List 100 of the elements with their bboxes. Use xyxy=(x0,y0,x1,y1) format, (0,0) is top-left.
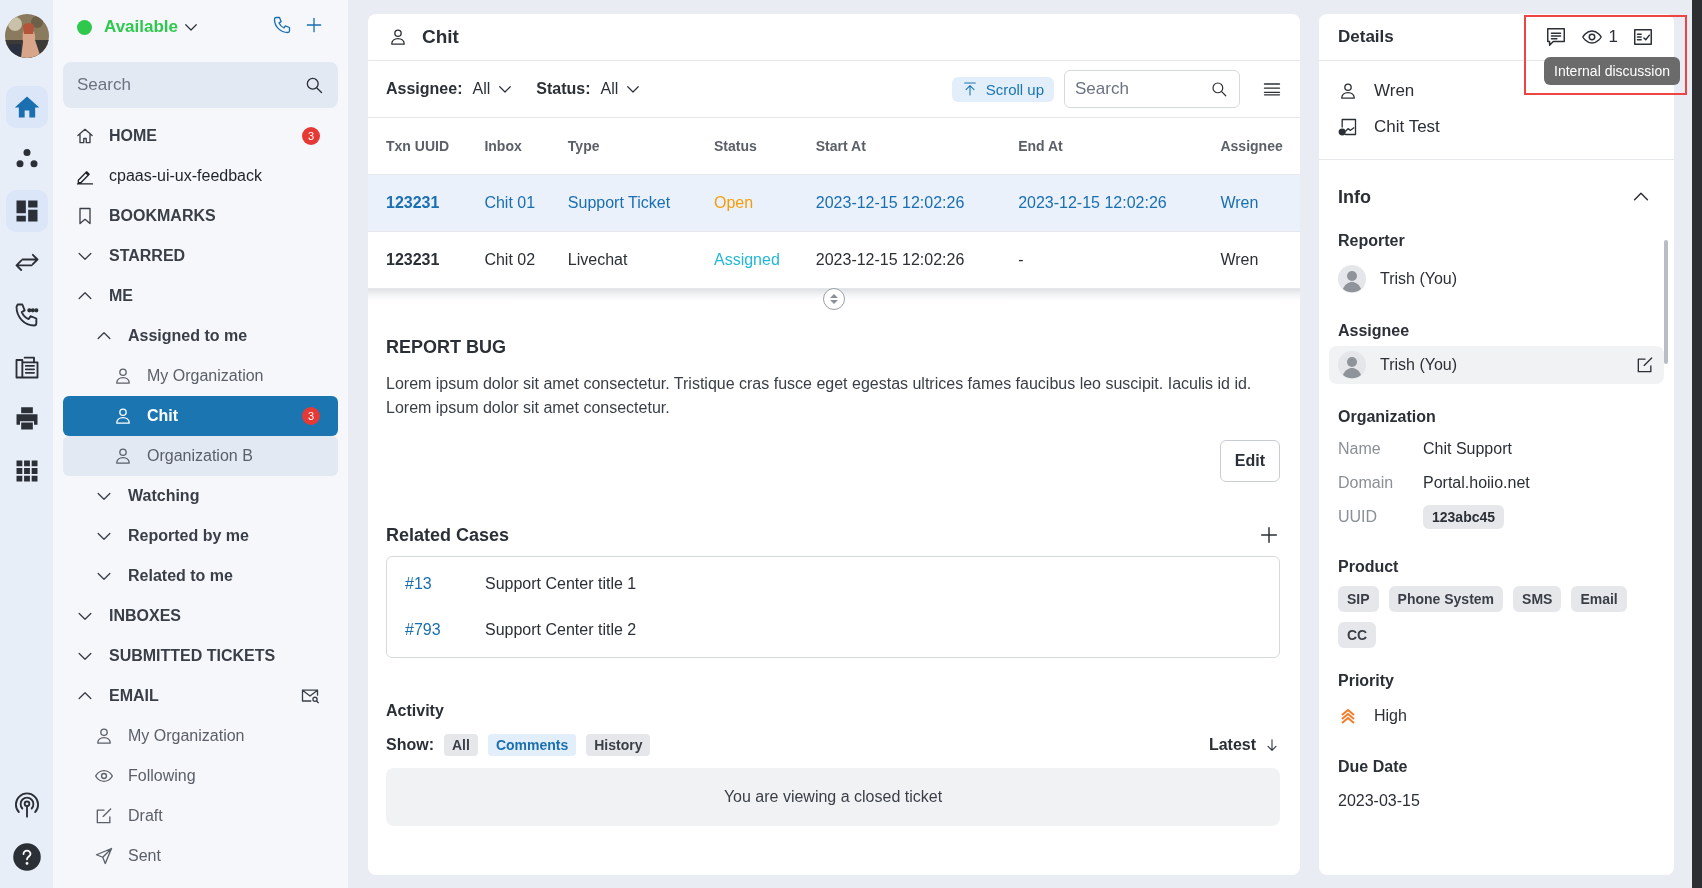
edit-button[interactable]: Edit xyxy=(1219,440,1280,482)
arrow-down-icon xyxy=(1264,737,1280,753)
nav-item[interactable]: My Organization xyxy=(63,356,338,396)
table-row[interactable]: 123231 Chit 02 Livechat Assigned 2023-12-15 12:02:26 - Wren xyxy=(368,231,1300,289)
checklist-icon xyxy=(1632,26,1654,48)
rail-button[interactable] xyxy=(5,190,48,232)
field-label: Priority xyxy=(1338,672,1395,690)
table-cell: 123231 xyxy=(368,231,467,289)
antenna-icon xyxy=(12,791,41,819)
panel-title: Details xyxy=(1338,27,1395,47)
search-field[interactable]: Search xyxy=(1064,70,1240,108)
nav-item[interactable]: INBOXES xyxy=(63,596,338,636)
nav-item[interactable]: SUBMITTED TICKETS xyxy=(63,636,338,676)
status-dot xyxy=(77,19,92,35)
column-header: Status xyxy=(695,118,798,175)
show-label: Show: xyxy=(386,736,434,754)
nav-item[interactable]: Watching xyxy=(63,476,338,516)
field-label: Due Date xyxy=(1338,758,1409,776)
description-text: Lorem ipsum dolor sit amet consectetur. xyxy=(386,398,671,418)
nav-item[interactable]: Related to me xyxy=(63,556,338,596)
field-value: Portal.hoiio.net xyxy=(1423,474,1530,492)
nav-item[interactable]: STARRED xyxy=(63,236,338,276)
count-badge: 3 xyxy=(302,127,320,145)
phone-icon xyxy=(272,15,292,35)
table-cell: Wren xyxy=(1202,174,1300,232)
filter-dropdown[interactable]: Status: All xyxy=(536,80,643,98)
search-field[interactable]: Search xyxy=(63,62,338,108)
table-cell: 2023-12-15 12:02:26 xyxy=(797,174,1001,232)
mail-search-icon xyxy=(300,686,320,706)
column-header: Type xyxy=(549,118,696,175)
case-link[interactable]: #13 xyxy=(387,575,485,593)
nav-item[interactable]: Draft xyxy=(63,796,338,836)
filter-tab[interactable]: Comments xyxy=(487,734,577,756)
person-icon xyxy=(113,366,133,386)
column-header: Inbox xyxy=(466,118,550,175)
sort-button[interactable]: Latest xyxy=(1208,736,1280,754)
priority-value: High xyxy=(1374,707,1407,725)
section-title: REPORT BUG xyxy=(386,337,507,358)
reporter-name: Trish (You) xyxy=(1380,270,1458,288)
person-icon xyxy=(388,27,408,47)
table-cell: Chit 02 xyxy=(466,231,550,289)
person-icon xyxy=(113,406,133,426)
avatar-icon xyxy=(1338,351,1366,379)
scrollbar[interactable] xyxy=(1664,240,1668,364)
resize-handle[interactable] xyxy=(823,288,845,310)
assignee-field[interactable]: Trish (You) xyxy=(1329,346,1664,384)
nav-item[interactable]: ME xyxy=(63,276,338,316)
filter-tab[interactable]: All xyxy=(444,734,478,756)
watcher-count: 1 xyxy=(1608,27,1618,47)
table-cell: Livechat xyxy=(549,231,696,289)
closed-notice: You are viewing a closed ticket xyxy=(386,768,1280,826)
avatar-icon xyxy=(1338,265,1366,293)
nav-item[interactable]: Organization B xyxy=(63,436,338,476)
table-cell: Chit 01 xyxy=(466,174,550,232)
nav-item[interactable]: Reported by me xyxy=(63,516,338,556)
section-title: Info xyxy=(1338,186,1371,208)
nav-item[interactable]: Assigned to me xyxy=(63,316,338,356)
edit-icon xyxy=(1635,355,1655,375)
nav-item[interactable]: BOOKMARKS xyxy=(63,196,338,236)
help-icon xyxy=(12,843,41,871)
uuid-tag: 123abc45 xyxy=(1423,505,1505,529)
table-row[interactable]: 123231 Chit 01 Support Ticket Open 2023-12-15 12:02:26 2023-12-15 12:02:26 Wren xyxy=(368,174,1300,232)
nav-item[interactable]: Chit 3 xyxy=(63,396,338,436)
count-badge: 3 xyxy=(302,407,320,425)
filter-dropdown[interactable]: Assignee: All xyxy=(386,80,515,98)
nav-item[interactable]: My Organization xyxy=(63,716,338,756)
case-link[interactable]: #793 xyxy=(387,621,485,639)
chat-icon xyxy=(1544,26,1567,48)
person-icon xyxy=(113,446,133,466)
edit-icon xyxy=(94,806,114,826)
field-label: Product xyxy=(1338,558,1400,576)
arrow-up-icon xyxy=(961,81,978,97)
field-label: UUID xyxy=(1338,508,1379,526)
plus-icon xyxy=(304,15,324,35)
nav-item[interactable]: HOME 3 xyxy=(63,116,338,156)
table-cell: - xyxy=(1000,231,1203,289)
table-cell: 2023-12-15 12:02:26 xyxy=(1000,174,1203,232)
field-label: Organization xyxy=(1338,408,1437,426)
section-title: Related Cases xyxy=(386,524,510,546)
person-icon xyxy=(1338,81,1358,101)
section-title: Activity xyxy=(386,702,445,720)
table-cell: 123231 xyxy=(368,174,467,232)
nav-item[interactable]: Following xyxy=(63,756,338,796)
table-cell: Wren xyxy=(1202,231,1300,289)
product-tag: Phone System xyxy=(1388,586,1504,612)
search-icon xyxy=(1210,80,1228,98)
field-label: Name xyxy=(1338,440,1382,458)
table-cell: Support Ticket xyxy=(549,174,696,232)
person-icon xyxy=(94,726,114,746)
nav-item[interactable]: cpaas-ui-ux-feedback xyxy=(63,156,338,196)
case-title: Support Center title 2 xyxy=(485,621,637,639)
nav-item[interactable]: Sent xyxy=(63,836,338,876)
filter-tab[interactable]: History xyxy=(586,734,651,756)
nav-item[interactable]: EMAIL xyxy=(63,676,338,716)
description-text: Lorem ipsum dolor sit amet consectetur. Tristique cras fusce eget egestas ultrices fames faucibus leo suscipit. Iaculis id id. xyxy=(386,374,1253,394)
table-cell: Open xyxy=(695,174,798,232)
field-label: Assignee xyxy=(1338,322,1411,340)
scroll-up-button[interactable]: Scroll up xyxy=(951,76,1054,102)
due-date: 2023-03-15 xyxy=(1338,792,1421,810)
product-tag: SIP xyxy=(1338,586,1379,612)
